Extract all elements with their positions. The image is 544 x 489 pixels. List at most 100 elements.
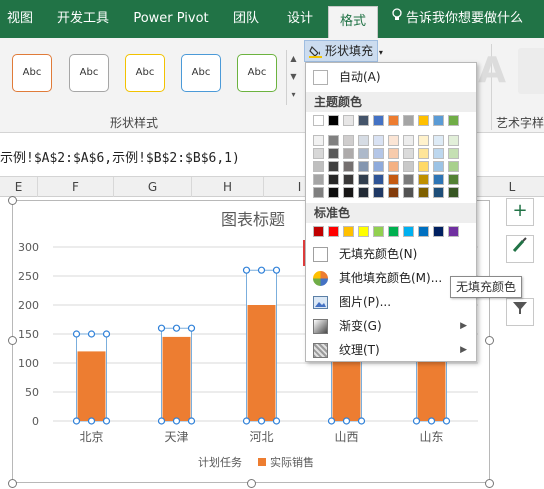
theme-color-swatch[interactable]: [433, 135, 444, 146]
selection-handle[interactable]: [72, 330, 81, 338]
theme-color-swatch[interactable]: [328, 174, 339, 185]
theme-color-swatch[interactable]: [358, 161, 369, 172]
theme-color-swatch[interactable]: [418, 174, 429, 185]
theme-color-swatch[interactable]: [403, 187, 414, 198]
theme-color-swatch[interactable]: [403, 148, 414, 159]
chart-styles-button[interactable]: [506, 235, 534, 263]
theme-color-swatch[interactable]: [343, 115, 354, 126]
tab-view[interactable]: 视图: [0, 0, 40, 38]
selection-handle[interactable]: [242, 417, 251, 425]
chart-resize-handle[interactable]: [8, 196, 17, 205]
selection-handle[interactable]: [427, 417, 436, 425]
theme-color-swatch[interactable]: [418, 135, 429, 146]
selection-handle[interactable]: [102, 330, 111, 338]
theme-color-swatch[interactable]: [388, 174, 399, 185]
theme-color-swatch[interactable]: [433, 115, 444, 126]
theme-color-swatch[interactable]: [313, 161, 324, 172]
shape-style-orange[interactable]: Abc: [12, 54, 52, 92]
selection-handle[interactable]: [412, 417, 421, 425]
wordart-style-2[interactable]: [518, 48, 544, 94]
theme-color-swatch[interactable]: [343, 187, 354, 198]
theme-color-swatch[interactable]: [433, 161, 444, 172]
theme-color-swatch[interactable]: [403, 115, 414, 126]
selection-handle[interactable]: [272, 417, 281, 425]
theme-color-swatch[interactable]: [343, 174, 354, 185]
tab-team[interactable]: 团队: [226, 0, 266, 38]
standard-color-swatch[interactable]: [358, 226, 369, 237]
standard-color-swatch[interactable]: [388, 226, 399, 237]
shape-style-green[interactable]: Abc: [237, 54, 277, 92]
tab-design[interactable]: 设计: [280, 0, 320, 38]
shape-style-gold[interactable]: Abc: [125, 54, 165, 92]
chart-resize-handle[interactable]: [485, 479, 494, 488]
theme-color-swatch[interactable]: [343, 135, 354, 146]
tell-me-search[interactable]: 告诉我你想要做什么: [392, 0, 542, 38]
theme-color-swatch[interactable]: [433, 187, 444, 198]
shape-style-blue[interactable]: Abc: [181, 54, 221, 92]
selection-handle[interactable]: [157, 324, 166, 332]
theme-color-swatch[interactable]: [358, 187, 369, 198]
selection-handle[interactable]: [342, 417, 351, 425]
theme-color-swatch[interactable]: [328, 161, 339, 172]
selection-handle[interactable]: [102, 417, 111, 425]
theme-color-swatch[interactable]: [448, 148, 459, 159]
theme-color-swatch[interactable]: [373, 148, 384, 159]
theme-color-swatch[interactable]: [418, 161, 429, 172]
chart-resize-handle[interactable]: [8, 479, 17, 488]
chart-resize-handle[interactable]: [8, 336, 17, 345]
theme-color-swatch[interactable]: [373, 115, 384, 126]
theme-color-swatch[interactable]: [388, 115, 399, 126]
theme-color-swatch[interactable]: [373, 187, 384, 198]
selection-handle[interactable]: [272, 266, 281, 274]
gallery-more-icon[interactable]: ▾: [287, 86, 300, 104]
chart-resize-handle[interactable]: [485, 336, 494, 345]
tab-developer[interactable]: 开发工具: [52, 0, 114, 38]
theme-color-swatch[interactable]: [448, 115, 459, 126]
theme-color-swatch[interactable]: [328, 187, 339, 198]
selection-handle[interactable]: [442, 417, 451, 425]
selection-handle[interactable]: [357, 417, 366, 425]
column-header[interactable]: G: [114, 177, 192, 197]
selection-handle[interactable]: [72, 417, 81, 425]
selection-handle[interactable]: [187, 324, 196, 332]
theme-color-swatch[interactable]: [313, 148, 324, 159]
selection-handle[interactable]: [257, 266, 266, 274]
standard-color-swatch[interactable]: [343, 226, 354, 237]
column-header[interactable]: L: [480, 177, 544, 197]
chart-elements-button[interactable]: +: [506, 198, 534, 226]
standard-color-swatch[interactable]: [418, 226, 429, 237]
theme-color-swatch[interactable]: [388, 148, 399, 159]
theme-color-swatch[interactable]: [313, 174, 324, 185]
menu-item-gradient[interactable]: 渐变(G) ▶: [306, 315, 476, 337]
selection-handle[interactable]: [172, 324, 181, 332]
column-header[interactable]: E: [0, 177, 38, 197]
theme-color-swatch[interactable]: [448, 174, 459, 185]
theme-color-swatch[interactable]: [343, 148, 354, 159]
standard-color-swatch[interactable]: [433, 226, 444, 237]
standard-color-swatch[interactable]: [448, 226, 459, 237]
menu-item-texture[interactable]: 纹理(T) ▶: [306, 339, 476, 361]
shape-style-gray[interactable]: Abc: [69, 54, 109, 92]
style-gallery-scroller[interactable]: ▲ ▼ ▾: [286, 50, 300, 105]
selection-handle[interactable]: [187, 417, 196, 425]
theme-color-swatch[interactable]: [328, 135, 339, 146]
theme-color-swatch[interactable]: [388, 135, 399, 146]
theme-color-swatch[interactable]: [388, 187, 399, 198]
theme-color-swatch[interactable]: [328, 115, 339, 126]
menu-item-automatic[interactable]: 自动(A): [306, 66, 476, 88]
bar-actual[interactable]: [247, 305, 276, 421]
standard-color-swatch[interactable]: [373, 226, 384, 237]
chart-filters-button[interactable]: [506, 298, 534, 326]
gallery-up-icon[interactable]: ▲: [287, 50, 300, 68]
theme-color-swatch[interactable]: [448, 187, 459, 198]
theme-color-swatch[interactable]: [433, 174, 444, 185]
chart-resize-handle[interactable]: [247, 479, 256, 488]
theme-color-swatch[interactable]: [403, 161, 414, 172]
column-header[interactable]: H: [192, 177, 264, 197]
theme-color-swatch[interactable]: [328, 148, 339, 159]
tab-format[interactable]: 格式: [328, 6, 378, 38]
bar-actual[interactable]: [332, 354, 361, 421]
tab-power-pivot[interactable]: Power Pivot: [126, 0, 216, 38]
theme-color-swatch[interactable]: [373, 135, 384, 146]
theme-color-swatch[interactable]: [418, 148, 429, 159]
